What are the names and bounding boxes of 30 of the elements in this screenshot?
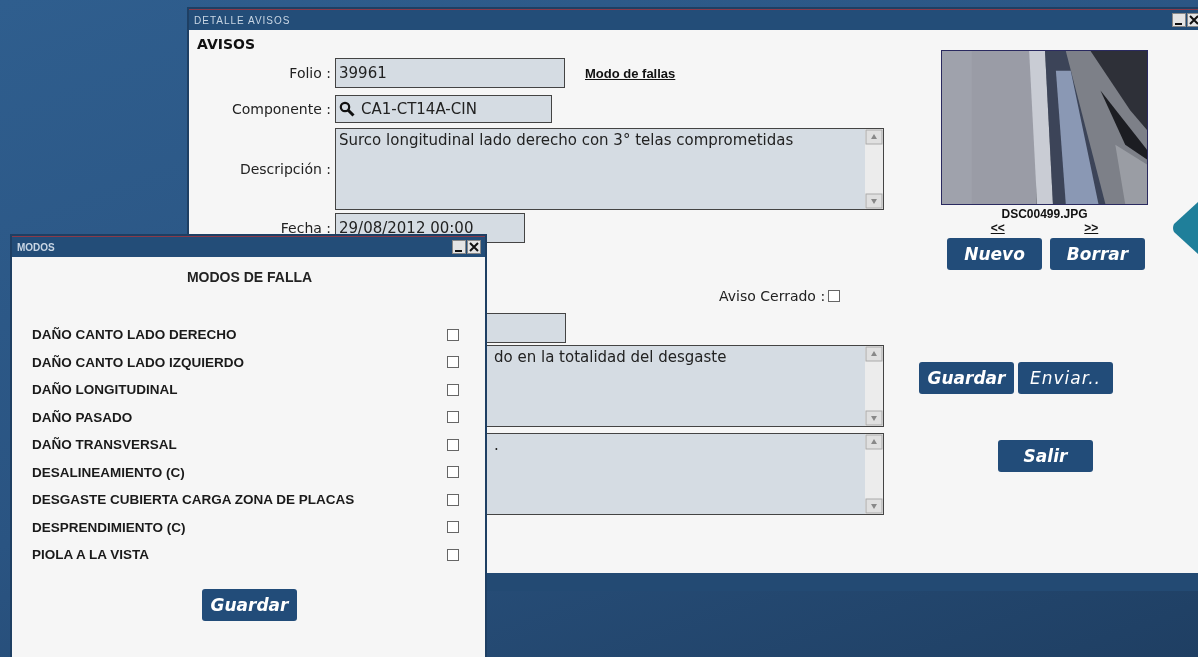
- mode-label: DAÑO CANTO LADO DERECHO: [32, 327, 237, 343]
- mode-label: DAÑO PASADO: [32, 409, 133, 425]
- next-link[interactable]: >>: [1084, 221, 1099, 235]
- dialog-heading: MODOS DE FALLA: [185, 269, 314, 285]
- field-label: Folio :: [289, 65, 331, 81]
- action-button[interactable]: Enviar..: [1018, 362, 1113, 394]
- previous-link[interactable]: <<: [990, 221, 1005, 235]
- modes-link[interactable]: Modo de fallas: [585, 65, 676, 81]
- window-title: DETALLE AVISOS: [194, 14, 291, 26]
- window-title: MODOS: [17, 241, 55, 253]
- field-label: Componente :: [231, 101, 331, 117]
- exit-button[interactable]: Salir: [998, 440, 1093, 472]
- mode-label: DAÑO TRANSVERSAL: [32, 437, 177, 453]
- file-name: DSC00499.JPG: [1000, 207, 1089, 221]
- mode-label: DESALINEAMIENTO (C): [32, 464, 185, 480]
- mode-label: DAÑO LONGITUDINAL: [32, 382, 178, 398]
- field-label: Descripción :: [239, 161, 331, 177]
- photo-button[interactable]: Borrar: [1050, 238, 1145, 270]
- field-label: Aviso Cerrado :: [719, 288, 826, 304]
- field-label: Fecha :: [280, 220, 331, 236]
- section-heading: AVISOS: [197, 36, 255, 54]
- component-field[interactable]: CA1-CT14A-CIN: [335, 95, 552, 123]
- save-button[interactable]: Guardar: [202, 588, 297, 621]
- action-button[interactable]: Guardar: [919, 362, 1014, 394]
- folio-field[interactable]: 39961: [335, 58, 565, 88]
- photo-button[interactable]: Nuevo: [947, 238, 1042, 270]
- mode-label: PIOLA A LA VISTA: [32, 547, 149, 563]
- mode-label: DESPRENDIMIENTO (C): [32, 519, 186, 535]
- mode-label: DAÑO CANTO LADO IZQUIERDO: [32, 354, 244, 370]
- description-field[interactable]: Surco longitudinal lado derecho con 3° telas comprometidas: [335, 128, 884, 210]
